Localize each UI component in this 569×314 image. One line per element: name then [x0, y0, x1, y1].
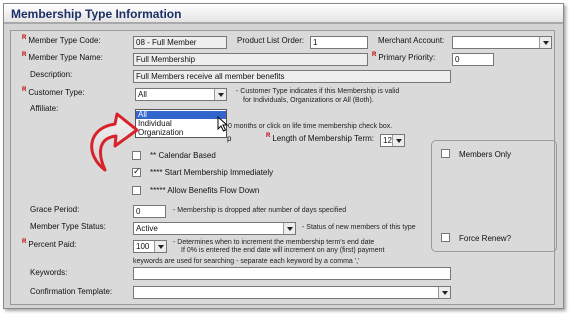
length-of-term-label: R Length of Membership Term: — [266, 133, 375, 143]
keywords-label: Keywords: — [30, 268, 68, 277]
select-value: Active — [136, 224, 158, 233]
percent-paid-label: R Percent Paid: — [22, 239, 77, 249]
customer-type-note-2: for Individuals, Organizations or All (B… — [243, 97, 374, 104]
chevron-down-icon[interactable] — [438, 287, 450, 298]
term-label-partial: p — [227, 134, 232, 143]
select-value: All — [138, 90, 147, 99]
required-marker: R — [266, 133, 271, 139]
member-type-name-label: R Member Type Name: — [22, 52, 103, 62]
label-text: Primary Priority: — [378, 53, 436, 62]
grace-period-note: - Membership is dropped after number of … — [173, 207, 347, 214]
panel-titlebar: Membership Type Information — [4, 4, 563, 24]
merchant-account-label: Merchant Account: — [378, 36, 445, 45]
product-list-order-label: Product List Order: — [237, 36, 305, 45]
required-marker: R — [22, 87, 27, 93]
member-type-status-note: - Status of new members of this type — [302, 224, 416, 231]
select-value: 12 — [383, 136, 392, 145]
grace-period-field[interactable]: 0 — [133, 205, 166, 218]
chevron-down-icon[interactable] — [392, 135, 404, 146]
merchant-account-select[interactable] — [452, 36, 552, 49]
description-field[interactable]: Full Members receive all member benefits — [133, 70, 451, 83]
primary-priority-field[interactable]: 0 — [452, 53, 494, 66]
label-text: Percent Paid: — [28, 240, 77, 249]
customer-type-note: - Customer Type indicates if this Member… — [236, 88, 400, 95]
required-marker: R — [22, 239, 27, 245]
annotation-arrow-icon — [90, 112, 139, 172]
keywords-field[interactable] — [133, 267, 451, 280]
benefits-flow-label: ***** Allow Benefits Flow Down — [150, 186, 260, 195]
force-renew-checkbox[interactable] — [441, 233, 450, 242]
label-text: Customer Type: — [28, 88, 85, 97]
member-type-code-label: R Member Type Code: — [22, 35, 101, 45]
percent-paid-select[interactable]: 100 — [133, 240, 167, 253]
chevron-down-icon[interactable] — [154, 241, 166, 252]
label-text: Member Type Code: — [28, 36, 101, 45]
required-marker: R — [22, 35, 27, 41]
required-marker: R — [22, 52, 27, 58]
chevron-down-icon[interactable] — [283, 223, 295, 234]
start-immediately-label: **** Start Membership Immediately — [150, 168, 274, 177]
percent-paid-note-2: If 0% is entered the end date will incre… — [181, 247, 385, 254]
chevron-down-icon[interactable] — [539, 37, 551, 48]
member-type-code-field: 08 - Full Member — [133, 36, 227, 49]
confirmation-template-select[interactable] — [133, 286, 451, 299]
confirmation-template-label: Confirmation Template: — [30, 287, 113, 296]
page-title: Membership Type Information — [11, 7, 182, 21]
term-note: 0 months or click on life time membershi… — [228, 123, 393, 130]
required-marker: R — [372, 52, 377, 58]
member-type-status-label: Member Type Status: — [30, 222, 106, 231]
label-text: Length of Membership Term: — [272, 134, 375, 143]
length-of-term-select[interactable]: 12 — [380, 134, 405, 147]
member-type-name-field[interactable]: Full Membership — [133, 53, 368, 66]
members-only-checkbox[interactable] — [441, 149, 450, 158]
grace-period-label: Grace Period: — [30, 205, 80, 214]
force-renew-label: Force Renew? — [459, 234, 512, 243]
label-text: Member Type Name: — [28, 53, 103, 62]
customer-type-label: R Customer Type: — [22, 87, 85, 97]
product-list-order-field[interactable]: 1 — [310, 36, 368, 49]
chevron-down-icon[interactable] — [214, 89, 226, 100]
percent-paid-note: - Determines when to increment the membe… — [173, 239, 375, 246]
mouse-cursor-icon — [217, 116, 229, 132]
calendar-based-label: ** Calendar Based — [150, 151, 216, 160]
description-label: Description: — [30, 70, 73, 79]
member-type-status-select[interactable]: Active — [133, 222, 296, 235]
customer-type-select[interactable]: All — [135, 88, 227, 101]
benefits-flow-checkbox[interactable] — [132, 186, 141, 195]
select-value: 100 — [136, 242, 150, 251]
keywords-note: keywords are used for searching - separa… — [133, 258, 360, 265]
members-only-label: Members Only — [459, 150, 512, 159]
primary-priority-label: R Primary Priority: — [372, 52, 436, 62]
affiliate-label: Affiliate: — [30, 104, 59, 113]
